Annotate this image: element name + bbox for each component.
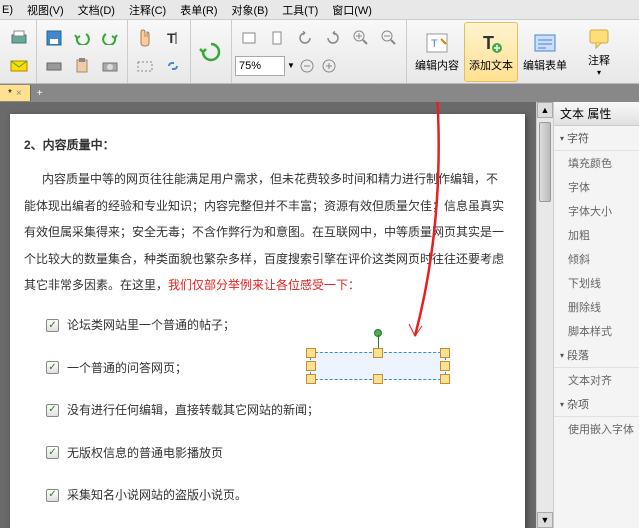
prop-strike[interactable]: 删除线 bbox=[554, 295, 639, 319]
refresh-icon[interactable] bbox=[194, 35, 228, 69]
text-box-selection[interactable] bbox=[310, 352, 446, 380]
svg-text:T: T bbox=[167, 30, 176, 46]
menu-tool[interactable]: 工具(T) bbox=[282, 2, 318, 18]
prop-underline[interactable]: 下划线 bbox=[554, 271, 639, 295]
paragraph: 其它非常多因素。在这里，我们仅部分举例来让各位感受一下： bbox=[24, 272, 511, 298]
menu-view[interactable]: 视图(V) bbox=[27, 2, 64, 18]
mail-icon[interactable] bbox=[5, 53, 33, 79]
scan-icon[interactable] bbox=[40, 53, 68, 79]
check-icon: ✓ bbox=[46, 446, 59, 459]
scroll-down-icon[interactable]: ▼ bbox=[537, 512, 553, 528]
rotate-left-icon[interactable] bbox=[291, 25, 319, 51]
paragraph: 有效但属采集得来；安全无毒；不含作弊行为和意图。在互联网中，中等质量网页其实是一 bbox=[24, 219, 511, 245]
print-icon[interactable] bbox=[5, 25, 33, 51]
menu-annot[interactable]: 注释(C) bbox=[129, 2, 166, 18]
fit-page-icon[interactable] bbox=[263, 25, 291, 51]
highlight-text: 我们仅部分举例来让各位感受一下： bbox=[168, 278, 360, 292]
zoom-out-icon[interactable] bbox=[375, 25, 403, 51]
resize-handle[interactable] bbox=[373, 348, 383, 358]
list-item: ✓没有进行任何编辑，直接转载其它网站的新闻； bbox=[46, 397, 511, 423]
list-item: ✓无版权信息的普通电影播放页 bbox=[46, 440, 511, 466]
menu-e[interactable]: E) bbox=[2, 4, 13, 16]
properties-panel: 文本 属性 ▾字符 填充颜色 字体 字体大小 加粗 倾斜 下划线 删除线 脚本样… bbox=[553, 102, 639, 528]
panel-title: 文本 属性 bbox=[554, 102, 639, 126]
resize-handle[interactable] bbox=[306, 374, 316, 384]
resize-handle[interactable] bbox=[306, 361, 316, 371]
menu-obj[interactable]: 对象(B) bbox=[232, 2, 269, 18]
tab-bar: *× + bbox=[0, 84, 639, 102]
prop-font[interactable]: 字体 bbox=[554, 175, 639, 199]
zoom-minus-icon[interactable] bbox=[297, 53, 317, 79]
resize-handle[interactable] bbox=[440, 374, 450, 384]
resize-handle[interactable] bbox=[306, 348, 316, 358]
save-icon[interactable] bbox=[40, 25, 68, 51]
annotate-label: 注释 bbox=[588, 52, 610, 68]
prop-fontsize[interactable]: 字体大小 bbox=[554, 199, 639, 223]
add-tab-button[interactable]: + bbox=[31, 88, 49, 99]
add-text-label: 添加文本 bbox=[469, 57, 513, 73]
menu-form[interactable]: 表单(R) bbox=[180, 2, 217, 18]
edit-content-button[interactable]: T 编辑内容 bbox=[410, 22, 464, 82]
prop-fillcolor[interactable]: 填充颜色 bbox=[554, 151, 639, 175]
fit-width-icon[interactable] bbox=[235, 25, 263, 51]
paragraph: 能体现出编者的经验和专业知识；内容完整但并不丰富；资源有效但质量欠佳；信息虽真实 bbox=[24, 193, 511, 219]
heading: 2、内容质量中： bbox=[24, 132, 511, 158]
collapse-icon: ▾ bbox=[560, 351, 564, 360]
close-tab-icon[interactable]: × bbox=[16, 88, 22, 99]
resize-handle[interactable] bbox=[440, 361, 450, 371]
prop-bold[interactable]: 加粗 bbox=[554, 223, 639, 247]
check-icon: ✓ bbox=[46, 361, 59, 374]
document-area[interactable]: 2、内容质量中： 内容质量中等的网页往往能满足用户需求，但未花费较多时间和精力进… bbox=[0, 102, 536, 528]
measure-button[interactable]: 度量▾ bbox=[626, 22, 639, 82]
edit-content-label: 编辑内容 bbox=[415, 57, 459, 73]
list-item: ✓论坛类网站里一个普通的帖子； bbox=[46, 312, 511, 338]
scroll-up-icon[interactable]: ▲ bbox=[537, 102, 553, 118]
check-icon: ✓ bbox=[46, 489, 59, 502]
zoom-dropdown-icon[interactable]: ▼ bbox=[287, 61, 295, 70]
edit-form-button[interactable]: 编辑表单 bbox=[518, 22, 572, 82]
svg-text:T: T bbox=[431, 38, 438, 50]
subheading: 实例参考： bbox=[24, 524, 511, 528]
section-para[interactable]: ▾段落 bbox=[554, 343, 639, 368]
annotate-button[interactable]: 注释▾ bbox=[572, 22, 626, 82]
zoom-plus-icon[interactable] bbox=[319, 53, 339, 79]
prop-textalign[interactable]: 文本对齐 bbox=[554, 368, 639, 392]
text-select-icon[interactable]: T bbox=[159, 25, 187, 51]
link-icon[interactable] bbox=[159, 53, 187, 79]
menu-win[interactable]: 窗口(W) bbox=[332, 2, 372, 18]
scrollbar-thumb[interactable] bbox=[539, 122, 551, 202]
camera-icon[interactable] bbox=[96, 53, 124, 79]
snapshot-icon[interactable] bbox=[131, 53, 159, 79]
section-misc[interactable]: ▾杂项 bbox=[554, 392, 639, 417]
prop-scriptstyle[interactable]: 脚本样式 bbox=[554, 319, 639, 343]
section-char[interactable]: ▾字符 bbox=[554, 126, 639, 151]
redo-icon[interactable] bbox=[96, 25, 124, 51]
rotate-right-icon[interactable] bbox=[319, 25, 347, 51]
add-text-button[interactable]: T 添加文本 bbox=[464, 22, 518, 82]
vertical-scrollbar[interactable]: ▲ ▼ bbox=[536, 102, 553, 528]
paragraph: 内容质量中等的网页往往能满足用户需求，但未花费较多时间和精力进行制作编辑，不 bbox=[24, 166, 511, 192]
list-item: ✓采集知名小说网站的盗版小说页。 bbox=[46, 482, 511, 508]
prop-embedfont[interactable]: 使用嵌入字体 bbox=[554, 417, 639, 441]
hand-icon[interactable] bbox=[131, 25, 159, 51]
collapse-icon: ▾ bbox=[560, 400, 564, 409]
menu-doc[interactable]: 文档(D) bbox=[78, 2, 115, 18]
collapse-icon: ▾ bbox=[560, 134, 564, 143]
document-tab[interactable]: *× bbox=[0, 85, 31, 101]
menu-bar: E) 视图(V) 文档(D) 注释(C) 表单(R) 对象(B) 工具(T) 窗… bbox=[0, 0, 639, 20]
check-icon: ✓ bbox=[46, 319, 59, 332]
clipboard-icon[interactable] bbox=[68, 53, 96, 79]
zoom-input[interactable] bbox=[235, 56, 285, 76]
zoom-in-icon[interactable] bbox=[347, 25, 375, 51]
page: 2、内容质量中： 内容质量中等的网页往往能满足用户需求，但未花费较多时间和精力进… bbox=[10, 114, 525, 528]
prop-italic[interactable]: 倾斜 bbox=[554, 247, 639, 271]
svg-text:T: T bbox=[483, 33, 494, 53]
check-icon: ✓ bbox=[46, 404, 59, 417]
resize-handle[interactable] bbox=[440, 348, 450, 358]
undo-icon[interactable] bbox=[68, 25, 96, 51]
paragraph: 个比较大的数量集合，种类面貌也繁杂多样，百度搜索引擎在评价这类网页时往往还要考虑 bbox=[24, 246, 511, 272]
resize-handle[interactable] bbox=[373, 374, 383, 384]
edit-form-label: 编辑表单 bbox=[523, 57, 567, 73]
toolbar: T ▼ bbox=[0, 20, 639, 84]
